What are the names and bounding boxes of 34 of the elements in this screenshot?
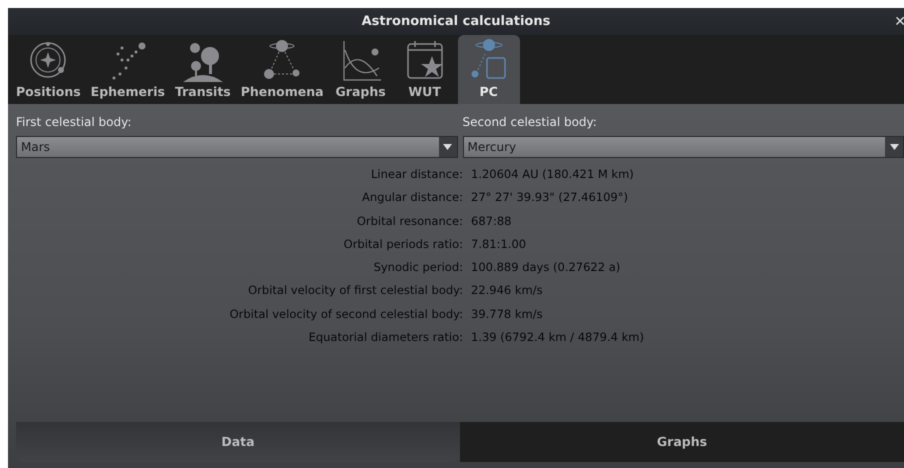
result-value: 1.20604 AU (180.421 M km) [471, 166, 635, 183]
result-label: Synodic period: [372, 259, 463, 276]
bottom-tab[interactable]: Data [16, 422, 460, 462]
tab[interactable]: PC [458, 35, 520, 104]
tab[interactable]: Positions [12, 35, 85, 104]
result-label: Orbital velocity of second celestial body: [228, 306, 463, 322]
tab[interactable]: Ephemeris [86, 35, 169, 104]
result-label: Orbital periods ratio: [342, 236, 463, 253]
first-body-dropdown[interactable]: Mars [16, 136, 458, 158]
result-value: 22.946 km/s [471, 282, 544, 300]
tab[interactable]: Phenomena [236, 35, 328, 104]
result-label: Angular distance: [361, 189, 463, 206]
result-label: Linear distance: [370, 166, 463, 183]
graph-icon [340, 38, 381, 82]
result-value: 27° 27' 39.93" (27.46109°) [471, 189, 629, 206]
caret-icon [890, 144, 898, 150]
field-label: First celestial body: [16, 114, 132, 131]
result-label: Equatorial diameters ratio: [308, 328, 463, 346]
result-value: 100.889 days (0.27622 a) [471, 259, 622, 276]
tab[interactable]: WUT [394, 35, 456, 104]
window-title: Astronomical calculations [362, 12, 550, 31]
caret-icon [443, 144, 452, 150]
result-value: 1.39 (6792.4 km / 4879.4 km) [471, 328, 645, 346]
tab[interactable]: Graphs [330, 35, 392, 104]
second-body-dropdown[interactable]: Mercury [462, 136, 904, 158]
result-value: 687:88 [471, 212, 512, 230]
field-label: Second celestial body: [462, 114, 598, 131]
result-value: 39.778 km/s [471, 306, 544, 322]
result-label: Orbital velocity of first celestial body: [247, 282, 463, 300]
result-value: 7.81:1.00 [471, 236, 528, 253]
bottom-tab[interactable]: Graphs [460, 422, 904, 462]
tab[interactable]: Transits [170, 35, 235, 104]
close-icon[interactable]: ✕ [894, 12, 904, 33]
result-label: Orbital resonance: [356, 212, 463, 230]
